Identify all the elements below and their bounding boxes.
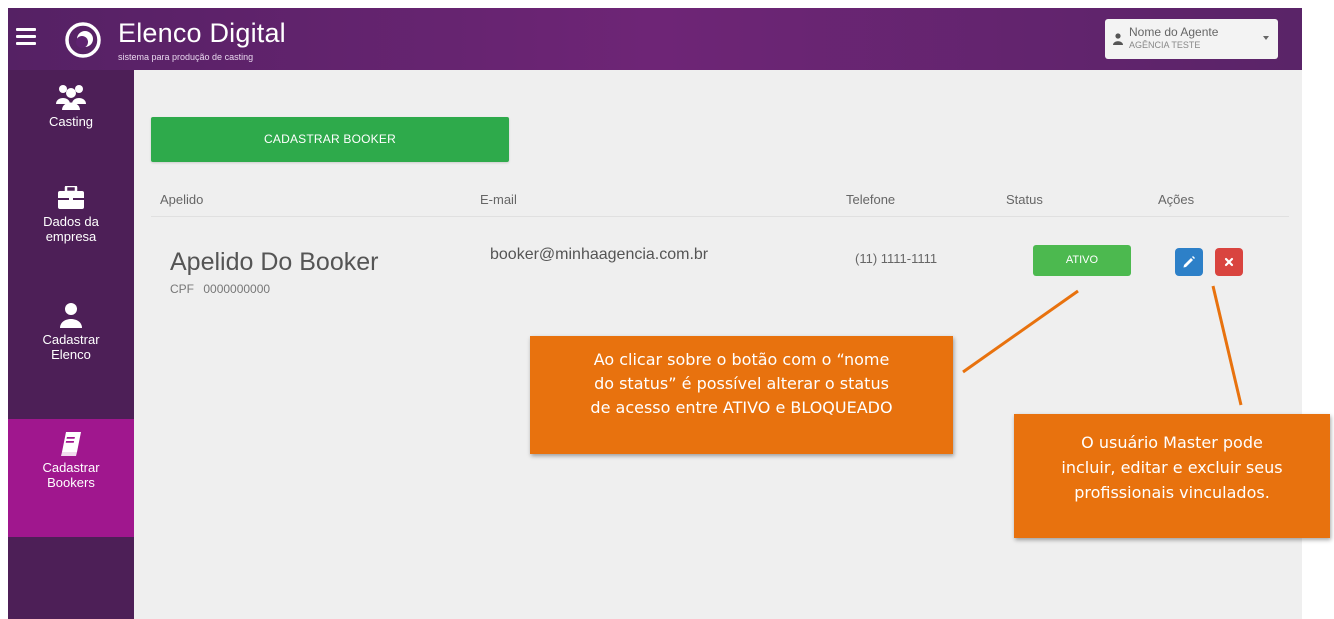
user-icon xyxy=(1113,33,1123,45)
cpf-value: 0000000000 xyxy=(203,282,271,296)
brand-logo-icon xyxy=(65,22,101,58)
column-header-status: Status xyxy=(1006,192,1043,207)
sidebar-item-label: Cadastrar xyxy=(42,332,100,347)
sidebar-item-label: Elenco xyxy=(51,347,91,362)
column-header-nickname: Apelido xyxy=(160,192,204,207)
brand-title: Elenco Digital xyxy=(118,18,286,48)
edit-button[interactable] xyxy=(1175,248,1203,276)
close-icon xyxy=(1224,257,1234,267)
register-booker-button[interactable]: CADASTRAR BOOKER xyxy=(151,117,509,162)
booker-nickname: Apelido Do Booker xyxy=(170,248,379,276)
sidebar-item-casting[interactable]: Casting xyxy=(8,80,134,160)
chevron-down-icon xyxy=(1263,36,1269,40)
table-header-divider xyxy=(151,216,1289,217)
actions-annotation-callout: O usuário Master pode incluir, editar e … xyxy=(1014,414,1330,538)
user-agency: AGÊNCIA TESTE xyxy=(1129,40,1201,50)
callout-text-line: do status” é possível alterar o status xyxy=(594,374,889,393)
user-name: Nome do Agente xyxy=(1129,25,1219,39)
status-annotation-callout: Ao clicar sobre o botão com o “nome do s… xyxy=(530,336,953,454)
pencil-icon xyxy=(1183,256,1195,268)
user-menu-button[interactable]: Nome do Agente AGÊNCIA TESTE xyxy=(1105,19,1278,59)
brand-subtitle: sistema para produção de casting xyxy=(118,52,254,62)
status-toggle-button[interactable]: ATIVO xyxy=(1033,245,1131,276)
column-header-email: E-mail xyxy=(480,192,517,207)
hamburger-menu-icon[interactable] xyxy=(16,28,36,46)
users-group-icon xyxy=(56,85,86,110)
delete-button[interactable] xyxy=(1215,248,1243,276)
cpf-label: CPF xyxy=(170,282,194,296)
sidebar-item-label: Bookers xyxy=(47,475,95,490)
booker-cpf: CPF 0000000000 xyxy=(170,282,270,296)
sidebar-item-register-bookers[interactable]: Cadastrar Bookers xyxy=(8,419,134,537)
booker-phone: (11) 1111-1111 xyxy=(855,251,938,266)
callout-text-line: O usuário Master pode xyxy=(1081,433,1263,452)
briefcase-icon xyxy=(58,186,84,209)
sidebar-item-label: empresa xyxy=(45,229,97,244)
sidebar-item-label: Cadastrar xyxy=(42,460,100,475)
sidebar-item-register-cast[interactable]: Cadastrar Elenco xyxy=(8,302,134,402)
callout-text-line: incluir, editar e excluir seus xyxy=(1061,458,1283,477)
callout-text-line: profissionais vinculados. xyxy=(1074,483,1270,502)
booker-email: booker@minhaagencia.com.br xyxy=(490,246,709,263)
callout-text-line: Ao clicar sobre o botão com o “nome xyxy=(593,350,890,369)
column-header-phone: Telefone xyxy=(846,192,896,207)
user-icon xyxy=(60,303,82,328)
column-header-actions: Ações xyxy=(1158,192,1195,207)
sidebar-item-label: Casting xyxy=(48,114,94,129)
top-header: Elenco Digital sistema para produção de … xyxy=(8,8,1302,70)
book-icon xyxy=(61,432,81,456)
sidebar-item-company-data[interactable]: Dados da empresa xyxy=(8,186,134,276)
sidebar-item-label: Dados da xyxy=(43,214,99,229)
callout-text-line: de acesso entre ATIVO e BLOQUEADO xyxy=(590,398,893,417)
sidebar: Casting Dados da empresa Cadastrar Elenc… xyxy=(8,70,134,619)
